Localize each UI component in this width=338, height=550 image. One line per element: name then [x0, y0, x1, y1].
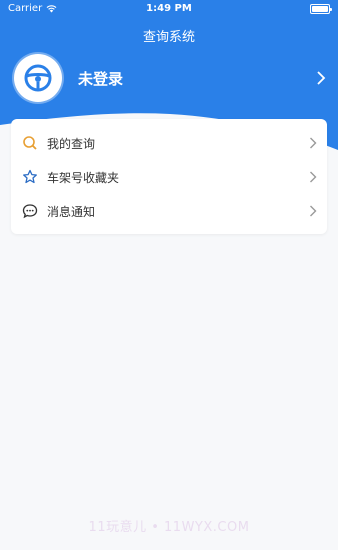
search-icon [22, 135, 38, 151]
chevron-right-icon [310, 171, 317, 183]
watermark: 11玩意儿 • 11WYX.COM [88, 520, 250, 535]
menu-item-notifications[interactable]: 消息通知 [11, 194, 327, 228]
status-bar: Carrier 1:49 PM [0, 0, 338, 18]
battery-level [312, 6, 328, 12]
page-title: 查询系统 [142, 30, 195, 45]
avatar[interactable] [14, 54, 62, 102]
menu-card: 我的查询 车架号收藏夹 消息通知 [11, 119, 327, 234]
clock: 1:49 PM [146, 3, 192, 14]
login-status: 未登录 [78, 69, 124, 88]
chevron-right-icon [310, 205, 317, 217]
menu-item-label: 消息通知 [47, 204, 96, 219]
battery-icon [310, 4, 332, 14]
profile-row[interactable]: 未登录 [14, 54, 326, 102]
menu-item-label: 我的查询 [47, 136, 96, 151]
star-icon [22, 169, 38, 185]
menu-item-vin-favorites[interactable]: 车架号收藏夹 [11, 160, 327, 194]
steering-wheel-icon [24, 64, 52, 92]
chevron-right-icon [310, 137, 317, 149]
menu-item-label: 车架号收藏夹 [47, 170, 120, 185]
menu-item-my-queries[interactable]: 我的查询 [11, 126, 327, 160]
chevron-right-icon [317, 71, 326, 85]
chat-bubble-icon [22, 203, 38, 219]
